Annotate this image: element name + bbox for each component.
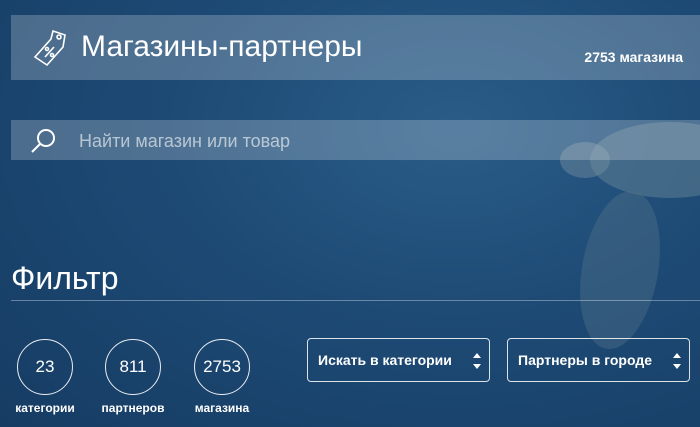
header-bar: Магазины-партнеры 2753 магазина <box>11 15 700 80</box>
category-select-label: Искать в категории <box>318 352 452 368</box>
stat-categories[interactable]: 23 категории <box>5 339 85 415</box>
search-input[interactable] <box>77 120 681 162</box>
search-icon[interactable] <box>29 127 57 155</box>
store-count: 2753 магазина <box>584 49 683 65</box>
stat-label: категории <box>15 401 75 415</box>
select-arrows-icon <box>473 353 481 369</box>
price-tag-icon <box>33 29 66 67</box>
city-select-label: Партнеры в городе <box>518 352 652 368</box>
city-select[interactable]: Партнеры в городе <box>507 338 690 382</box>
select-arrows-icon <box>673 353 681 369</box>
stat-circle: 23 <box>17 339 73 395</box>
category-select[interactable]: Искать в категории <box>307 338 490 382</box>
search-bar <box>11 120 700 162</box>
stat-circle: 2753 <box>194 339 250 395</box>
stat-circle: 811 <box>105 339 161 395</box>
stat-stores[interactable]: 2753 магазина <box>182 339 262 415</box>
stat-label: магазина <box>194 401 250 415</box>
page-title: Магазины-партнеры <box>81 30 363 63</box>
stat-label: партнеров <box>101 401 165 415</box>
filter-divider <box>11 300 700 301</box>
stat-partners[interactable]: 811 партнеров <box>93 339 173 415</box>
filter-title: Фильтр <box>11 260 119 296</box>
